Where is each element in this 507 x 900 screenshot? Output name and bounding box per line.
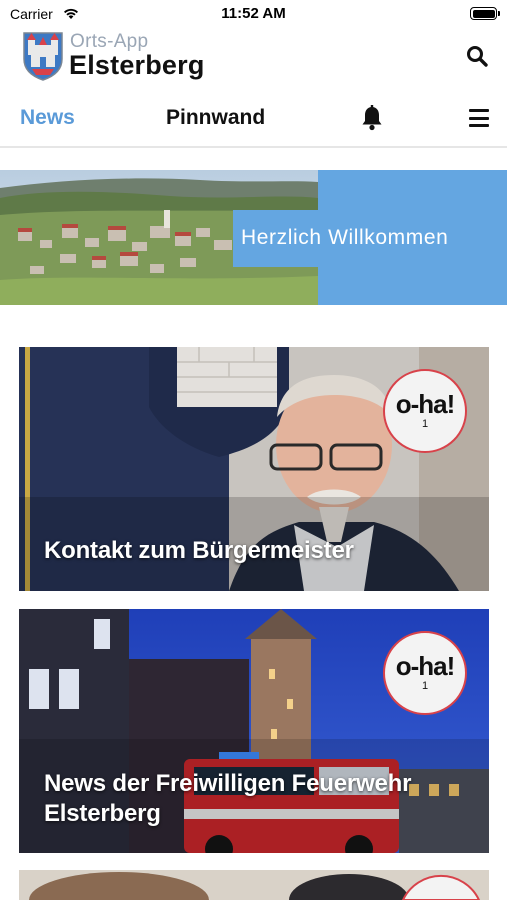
badge-label: o-ha! <box>395 389 456 419</box>
welcome-label: Herzlich Willkommen <box>233 210 507 267</box>
top-nav: News Pinnwand <box>0 92 507 148</box>
news-card-fire-department[interactable]: News der Freiwilligen Feuerwehr Elsterbe… <box>19 609 489 853</box>
oha-reaction-badge[interactable]: o-ha! 1 <box>383 631 467 715</box>
app-header: Orts-App Elsterberg <box>0 28 507 86</box>
clock: 11:52 AM <box>221 5 286 22</box>
news-card-photo <box>19 870 489 900</box>
bell-icon[interactable] <box>360 105 384 131</box>
news-card-partial[interactable] <box>19 870 489 900</box>
status-bar: Carrier 11:52 AM <box>0 0 507 28</box>
news-card-mayor[interactable]: Kontakt zum Bürgermeister o-ha! 1 <box>19 347 489 591</box>
tab-news[interactable]: News <box>20 106 75 130</box>
hamburger-menu-icon[interactable] <box>469 109 489 127</box>
welcome-banner[interactable]: Herzlich Willkommen <box>0 170 507 305</box>
card-title: News der Freiwilligen Feuerwehr Elsterbe… <box>44 770 412 827</box>
app-title: Elsterberg <box>69 50 205 80</box>
tab-pinnwand[interactable]: Pinnwand <box>166 106 265 130</box>
oha-reaction-badge[interactable]: o-ha! 1 <box>383 369 467 453</box>
card-title: Kontakt zum Bürgermeister <box>44 537 354 564</box>
town-crest-logo <box>23 32 63 81</box>
battery-icon <box>470 7 500 20</box>
badge-label: o-ha! <box>395 651 456 681</box>
search-icon[interactable] <box>465 44 489 68</box>
